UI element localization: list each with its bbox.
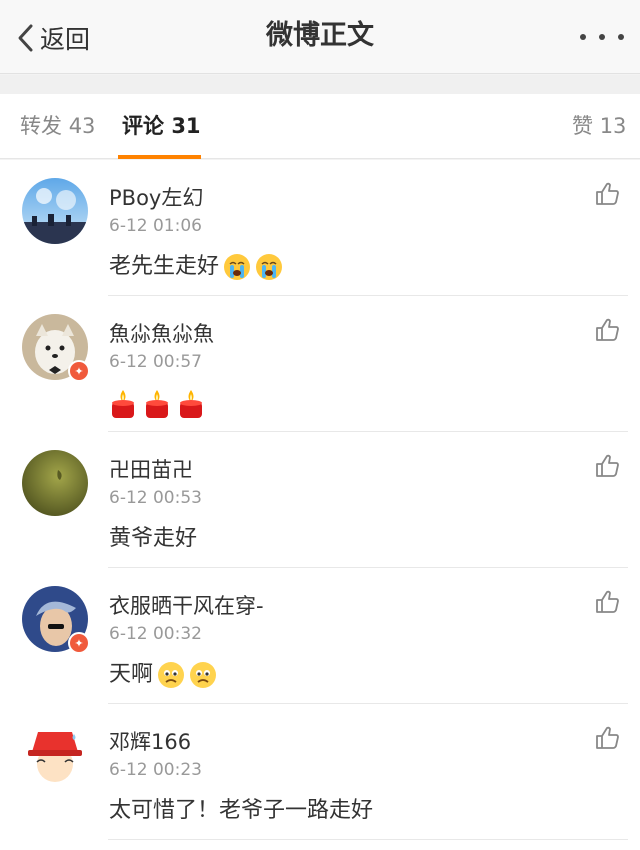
crying-face-icon	[255, 253, 283, 281]
avatar[interactable]	[22, 178, 88, 244]
comment-content: 黄爷走好	[109, 524, 201, 554]
comment-time: 6-12 00:57	[109, 352, 202, 372]
verified-badge: ✦	[68, 360, 90, 382]
section-gap	[0, 75, 640, 94]
comment-item: ✦ 魚尛魚尛魚 6-12 00:57	[0, 296, 640, 432]
active-tab-indicator	[118, 155, 201, 159]
candle-icon	[109, 388, 137, 420]
comment-username[interactable]: PBoy左幻	[109, 184, 203, 212]
comment-text: 太可惜了！老爷子一路走好	[109, 798, 374, 823]
like-button[interactable]	[593, 316, 621, 344]
comment-content: 天啊	[109, 660, 221, 690]
tab-bar: 转发 43 评论 31 赞 13	[0, 94, 640, 159]
comment-username[interactable]: 卍田苗卍	[109, 456, 193, 484]
tab-comments-count: 31	[171, 114, 201, 138]
more-dots-icon	[599, 34, 605, 40]
thumbs-up-icon	[596, 454, 619, 477]
comment-time: 6-12 01:06	[109, 216, 202, 236]
crying-face-icon	[223, 253, 251, 281]
comment-list: PBoy左幻 6-12 01:06 老先生走好 ✦ 魚尛魚尛魚 6-12 00:…	[0, 160, 640, 850]
comment-username[interactable]: 邓辉166	[109, 728, 191, 756]
comment-username[interactable]: 魚尛魚尛魚	[109, 320, 214, 348]
comment-content: 老先生走好	[109, 252, 287, 282]
comment-item: 卍田苗卍 6-12 00:53 黄爷走好	[0, 432, 640, 568]
tab-repost-count: 43	[68, 114, 96, 138]
comment-time: 6-12 00:23	[109, 760, 202, 780]
avatar[interactable]	[22, 722, 88, 788]
verified-badge: ✦	[68, 632, 90, 654]
tab-comments[interactable]: 评论 31	[122, 112, 201, 140]
comment-content	[109, 388, 211, 420]
like-button[interactable]	[593, 180, 621, 208]
thumbs-up-icon	[596, 318, 619, 341]
comment-time: 6-12 00:32	[109, 624, 202, 644]
tab-repost[interactable]: 转发 43	[20, 112, 95, 140]
like-button[interactable]	[593, 452, 621, 480]
avatar[interactable]	[22, 450, 88, 516]
comment-username[interactable]: 衣服晒干风在穿-	[109, 592, 264, 620]
candle-icon	[177, 388, 205, 420]
star-icon: ✦	[74, 636, 84, 650]
comment-text: 天啊	[109, 662, 154, 687]
comment-item: PBoy左幻 6-12 01:06 老先生走好	[0, 160, 640, 296]
tab-likes-label: 赞	[572, 114, 593, 138]
tab-repost-label: 转发	[20, 114, 62, 138]
navigation-bar: 返回 微博正文	[0, 0, 640, 74]
thumbs-up-icon	[596, 726, 619, 749]
sad-face-icon	[157, 661, 185, 689]
tab-likes[interactable]: 赞 13	[572, 112, 626, 140]
like-button[interactable]	[593, 724, 621, 752]
like-button[interactable]	[593, 588, 621, 616]
more-dots-icon	[618, 34, 624, 40]
comment-item: ✦ 衣服晒干风在穿- 6-12 00:32 天啊	[0, 568, 640, 704]
divider	[108, 839, 628, 840]
page-title: 微博正文	[266, 20, 374, 51]
star-icon: ✦	[74, 364, 84, 378]
thumbs-up-icon	[596, 590, 619, 613]
tab-comments-label: 评论	[122, 114, 164, 138]
comment-text: 黄爷走好	[109, 526, 198, 551]
comment-item: 邓辉166 6-12 00:23 太可惜了！老爷子一路走好	[0, 704, 640, 840]
thumbs-up-icon	[596, 182, 619, 205]
more-button[interactable]	[580, 22, 624, 52]
more-dots-icon	[580, 34, 586, 40]
candle-icon	[143, 388, 171, 420]
comment-content: 太可惜了！老爷子一路走好	[109, 796, 377, 826]
comment-time: 6-12 00:53	[109, 488, 202, 508]
sad-face-icon	[189, 661, 217, 689]
tab-likes-count: 13	[599, 114, 627, 138]
comment-text: 老先生走好	[109, 254, 220, 279]
